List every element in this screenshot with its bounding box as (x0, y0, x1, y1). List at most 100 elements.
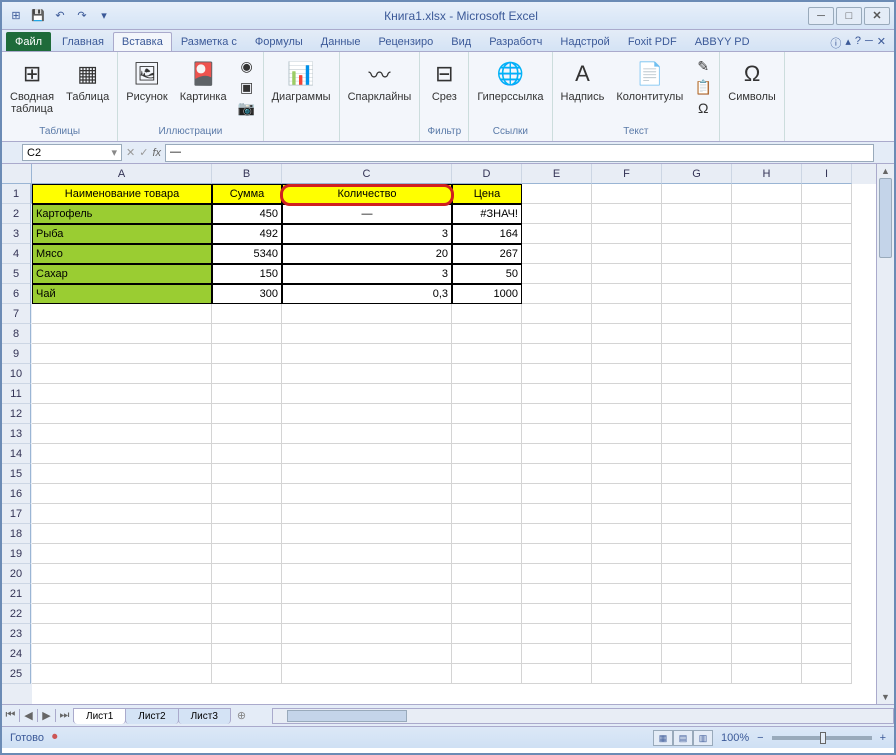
cell-B9[interactable] (212, 344, 282, 364)
cell-C2[interactable]: — (282, 204, 452, 224)
cell-C10[interactable] (282, 364, 452, 384)
cell-I6[interactable] (802, 284, 852, 304)
cell-I13[interactable] (802, 424, 852, 444)
cell-B10[interactable] (212, 364, 282, 384)
row-header[interactable]: 10 (2, 364, 31, 384)
cell-F25[interactable] (592, 664, 662, 684)
row-header[interactable]: 1 (2, 184, 31, 204)
cell-C18[interactable] (282, 524, 452, 544)
ribbon-small-item[interactable]: 📷 (235, 98, 259, 118)
cell-H21[interactable] (732, 584, 802, 604)
formula-bar[interactable]: — (165, 144, 874, 162)
cell-H3[interactable] (732, 224, 802, 244)
cell-H12[interactable] (732, 404, 802, 424)
row-header[interactable]: 3 (2, 224, 31, 244)
cells-grid[interactable]: Наименование товараСуммаКоличествоЦенаКа… (32, 184, 876, 684)
ribbon-small-item[interactable]: Ω (691, 98, 715, 118)
ribbon-Таблица[interactable]: ▦Таблица (62, 56, 113, 105)
cell-C23[interactable] (282, 624, 452, 644)
col-header[interactable]: C (282, 164, 452, 184)
cell-D21[interactable] (452, 584, 522, 604)
cell-C21[interactable] (282, 584, 452, 604)
cell-F16[interactable] (592, 484, 662, 504)
row-header[interactable]: 23 (2, 624, 31, 644)
cell-G23[interactable] (662, 624, 732, 644)
zoom-level[interactable]: 100% (721, 732, 749, 744)
cell-I22[interactable] (802, 604, 852, 624)
sheet-tab-Лист1[interactable]: Лист1 (73, 708, 126, 724)
sheet-tab-Лист3[interactable]: Лист3 (178, 708, 231, 724)
cell-E23[interactable] (522, 624, 592, 644)
cell-C3[interactable]: 3 (282, 224, 452, 244)
row-header[interactable]: 20 (2, 564, 31, 584)
cell-D9[interactable] (452, 344, 522, 364)
cell-I23[interactable] (802, 624, 852, 644)
cell-G3[interactable] (662, 224, 732, 244)
cell-B20[interactable] (212, 564, 282, 584)
cell-B18[interactable] (212, 524, 282, 544)
help2-icon[interactable]: ? (855, 35, 861, 51)
cell-G21[interactable] (662, 584, 732, 604)
scroll-up-icon[interactable]: ▲ (877, 164, 894, 178)
cell-E2[interactable] (522, 204, 592, 224)
cell-G8[interactable] (662, 324, 732, 344)
cell-C5[interactable]: 3 (282, 264, 452, 284)
ribbon-Срез[interactable]: ⊟Срез (424, 56, 464, 105)
cell-G1[interactable] (662, 184, 732, 204)
cell-G19[interactable] (662, 544, 732, 564)
tab-Разметка с[interactable]: Разметка с (172, 32, 246, 51)
cell-E17[interactable] (522, 504, 592, 524)
name-box[interactable]: C2▾ (22, 144, 122, 161)
maximize-button[interactable]: □ (836, 7, 862, 25)
ribbon-Диаграммы[interactable]: 📊Диаграммы (268, 56, 335, 105)
cell-G10[interactable] (662, 364, 732, 384)
cell-A18[interactable] (32, 524, 212, 544)
cell-I20[interactable] (802, 564, 852, 584)
row-header[interactable]: 5 (2, 264, 31, 284)
tab-Данные[interactable]: Данные (312, 32, 370, 51)
row-header[interactable]: 6 (2, 284, 31, 304)
cell-D8[interactable] (452, 324, 522, 344)
cell-A4[interactable]: Мясо (32, 244, 212, 264)
cell-C13[interactable] (282, 424, 452, 444)
cell-F21[interactable] (592, 584, 662, 604)
cell-F22[interactable] (592, 604, 662, 624)
cell-E16[interactable] (522, 484, 592, 504)
help-icon[interactable]: ⓘ (830, 35, 841, 51)
cell-G6[interactable] (662, 284, 732, 304)
enter-icon[interactable]: ✓ (139, 146, 148, 159)
ribbon-Спарклайны[interactable]: 〰Спарклайны (344, 56, 416, 105)
cell-I24[interactable] (802, 644, 852, 664)
cell-B7[interactable] (212, 304, 282, 324)
cell-D17[interactable] (452, 504, 522, 524)
cell-H9[interactable] (732, 344, 802, 364)
ribbon-min-icon[interactable]: ─ (865, 35, 873, 51)
cell-B4[interactable]: 5340 (212, 244, 282, 264)
col-header[interactable]: F (592, 164, 662, 184)
cell-C14[interactable] (282, 444, 452, 464)
tab-Рецензиро[interactable]: Рецензиро (370, 32, 443, 51)
vertical-scrollbar[interactable]: ▲ ▼ (876, 164, 894, 704)
cell-A1[interactable]: Наименование товара (32, 184, 212, 204)
row-header[interactable]: 4 (2, 244, 31, 264)
scroll-down-icon[interactable]: ▼ (877, 690, 894, 704)
cell-H19[interactable] (732, 544, 802, 564)
cell-A15[interactable] (32, 464, 212, 484)
tab-file[interactable]: Файл (6, 32, 51, 51)
cell-A2[interactable]: Картофель (32, 204, 212, 224)
cell-B25[interactable] (212, 664, 282, 684)
cell-E3[interactable] (522, 224, 592, 244)
tab-Вставка[interactable]: Вставка (113, 32, 172, 51)
cell-G9[interactable] (662, 344, 732, 364)
cell-B3[interactable]: 492 (212, 224, 282, 244)
ribbon-Символы[interactable]: ΩСимволы (724, 56, 780, 105)
cell-C12[interactable] (282, 404, 452, 424)
cell-B8[interactable] (212, 324, 282, 344)
cell-C1[interactable]: Количество (282, 184, 452, 204)
cell-H14[interactable] (732, 444, 802, 464)
cell-I21[interactable] (802, 584, 852, 604)
cell-E11[interactable] (522, 384, 592, 404)
col-header[interactable]: E (522, 164, 592, 184)
select-all-corner[interactable] (2, 164, 32, 184)
row-header[interactable]: 8 (2, 324, 31, 344)
